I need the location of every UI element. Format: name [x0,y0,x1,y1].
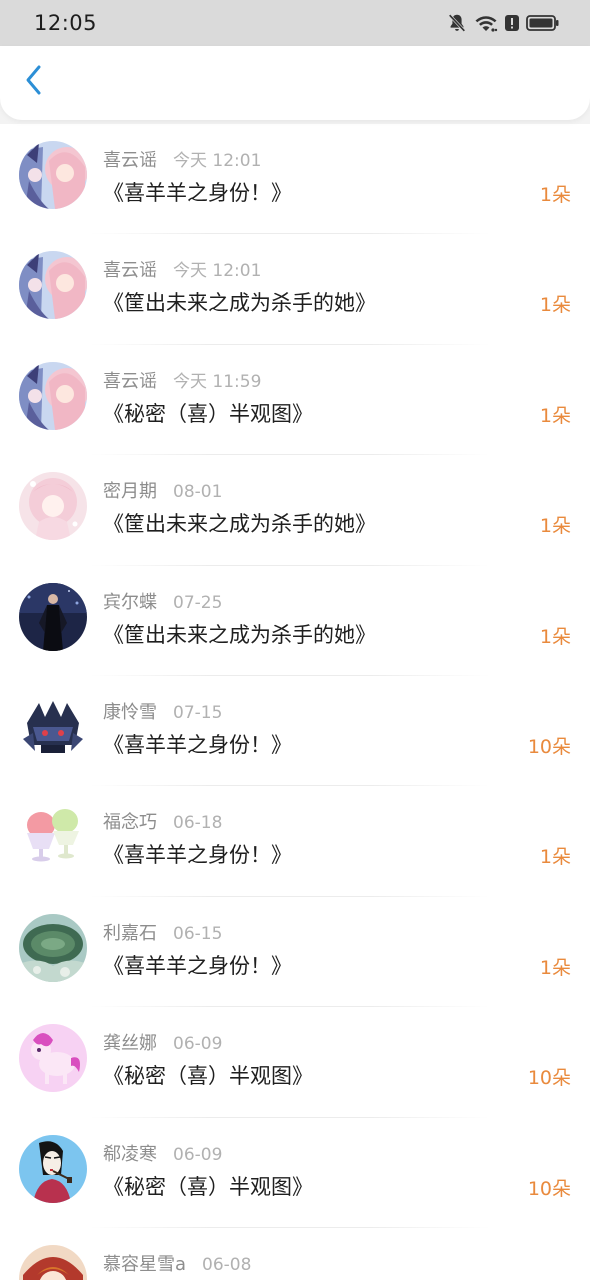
flower-count: 10朵 [527,735,571,758]
anime-girl-pink-hair-avatar [19,251,87,320]
pastel-anime-girl-avatar [19,472,87,541]
item-meta: 郗凌寒 06-09 [103,1140,222,1166]
avatar[interactable] [19,692,87,761]
username[interactable]: 康怜雪 [103,698,157,724]
book-title[interactable]: 《喜羊羊之身份！》 [103,839,292,869]
woman-with-pipe-avatar [19,1134,87,1203]
screen: 12:05 喜云谣 今天 12:01 《喜羊羊之身份！》 1朵 喜云谣 今天 1… [0,0,590,1280]
item-meta: 宾尔蝶 07-25 [103,588,222,614]
flower-count: 1朵 [539,846,571,869]
timestamp: 06-09 [173,1144,223,1165]
avatar[interactable] [19,1244,87,1280]
status-bar: 12:05 [0,0,590,46]
timestamp: 07-25 [173,592,223,613]
timestamp: 今天 12:01 [173,151,262,171]
list-item[interactable]: 福念巧 06-18 《喜羊羊之身份！》 1朵 [0,786,590,897]
avatar[interactable] [19,141,87,209]
cactus-avatar [19,913,87,982]
item-meta: 慕容星雪a 06-08 [103,1250,251,1276]
avatar[interactable] [19,361,87,430]
item-meta: 康怜雪 07-15 [103,698,222,724]
username[interactable]: 利嘉石 [103,919,157,945]
book-title[interactable]: 《筐出未来之成为杀手的她》 [103,619,376,649]
flower-count: 1朵 [539,956,571,979]
timestamp: 06-18 [173,813,223,834]
item-meta: 密月期 08-01 [103,477,222,503]
anime-girl-pink-hair-avatar [19,141,87,209]
item-meta: 喜云谣 今天 12:01 [103,146,261,172]
mute-bell-icon [446,12,468,34]
shaved-ice-cups-avatar [19,803,87,872]
book-title[interactable]: 《喜羊羊之身份！》 [103,177,292,207]
flower-count: 1朵 [539,404,571,427]
flower-count: 1朵 [539,294,571,317]
username[interactable]: 喜云谣 [103,146,157,172]
list-item[interactable]: 喜云谣 今天 11:59 《秘密（喜）半观图》 1朵 [0,345,590,456]
username[interactable]: 密月期 [103,477,157,503]
list-item[interactable]: 喜云谣 今天 12:01 《喜羊羊之身份！》 1朵 [0,124,590,235]
username[interactable]: 喜云谣 [103,256,157,282]
timestamp: 今天 12:01 [173,261,262,282]
book-title[interactable]: 《秘密（喜）半观图》 [103,1171,313,1201]
list-item[interactable]: 利嘉石 06-15 《喜羊羊之身份！》 1朵 [0,897,590,1008]
username[interactable]: 慕容星雪a [103,1250,186,1276]
username[interactable]: 龚丝娜 [103,1029,157,1055]
avatar[interactable] [19,1024,87,1093]
avatar[interactable] [19,913,87,982]
username[interactable]: 喜云谣 [103,367,157,393]
wifi-icon [474,12,498,34]
avatar[interactable] [19,472,87,541]
item-meta: 利嘉石 06-15 [103,919,222,945]
list-item[interactable]: 康怜雪 07-15 《喜羊羊之身份！》 10朵 [0,676,590,787]
anime-character-red-avatar [19,1244,87,1280]
username[interactable]: 福念巧 [103,808,157,834]
timestamp: 06-09 [173,1034,223,1055]
item-meta: 福念巧 06-18 [103,808,222,834]
book-title[interactable]: 《筐出未来之成为杀手的她》 [103,508,376,538]
book-title[interactable]: 《喜羊羊之身份！》 [103,729,292,759]
avatar[interactable] [19,803,87,872]
header [0,46,590,120]
flower-gift-list: 喜云谣 今天 12:01 《喜羊羊之身份！》 1朵 喜云谣 今天 12:01 《… [0,124,590,1280]
item-meta: 龚丝娜 06-09 [103,1029,222,1055]
item-meta: 喜云谣 今天 12:01 [103,256,261,282]
timestamp: 07-15 [173,702,223,723]
username[interactable]: 郗凌寒 [103,1140,157,1166]
book-title[interactable]: 《秘密（喜）半观图》 [103,398,313,428]
timestamp: 08-01 [173,482,223,503]
list-item[interactable]: 郗凌寒 06-09 《秘密（喜）半观图》 10朵 [0,1118,590,1228]
flower-count: 1朵 [539,625,571,648]
avatar[interactable] [19,251,87,320]
timestamp: 06-08 [202,1254,252,1275]
timestamp: 06-15 [173,923,223,944]
status-icons [446,12,560,34]
avatar[interactable] [19,582,87,651]
username[interactable]: 宾尔蝶 [103,588,157,614]
item-meta: 喜云谣 今天 11:59 [103,367,261,393]
back-button[interactable] [14,62,54,102]
timestamp: 今天 11:59 [173,371,262,392]
anime-girl-pink-hair-avatar [19,361,87,430]
robot-mecha-avatar [19,692,87,761]
list-item[interactable]: 慕容星雪a 06-08 [0,1228,590,1280]
battery-icon [526,13,560,33]
pink-pony-avatar [19,1024,87,1093]
flower-count: 1朵 [539,184,571,206]
list-item[interactable]: 宾尔蝶 07-25 《筐出未来之成为杀手的她》 1朵 [0,566,590,676]
book-title[interactable]: 《筐出未来之成为杀手的她》 [103,287,376,317]
alert-icon [504,12,520,34]
book-title[interactable]: 《秘密（喜）半观图》 [103,1060,313,1090]
flower-count: 1朵 [539,515,571,538]
flower-count: 10朵 [527,1177,571,1200]
chevron-left-icon [24,64,44,100]
book-title[interactable]: 《喜羊羊之身份！》 [103,950,292,980]
avatar[interactable] [19,1134,87,1203]
woman-in-black-dress-avatar [19,582,87,651]
flower-count: 10朵 [527,1067,571,1090]
status-time: 12:05 [34,11,98,35]
list-item[interactable]: 喜云谣 今天 12:01 《筐出未来之成为杀手的她》 1朵 [0,234,590,345]
list-item[interactable]: 密月期 08-01 《筐出未来之成为杀手的她》 1朵 [0,455,590,566]
list-item[interactable]: 龚丝娜 06-09 《秘密（喜）半观图》 10朵 [0,1007,590,1118]
